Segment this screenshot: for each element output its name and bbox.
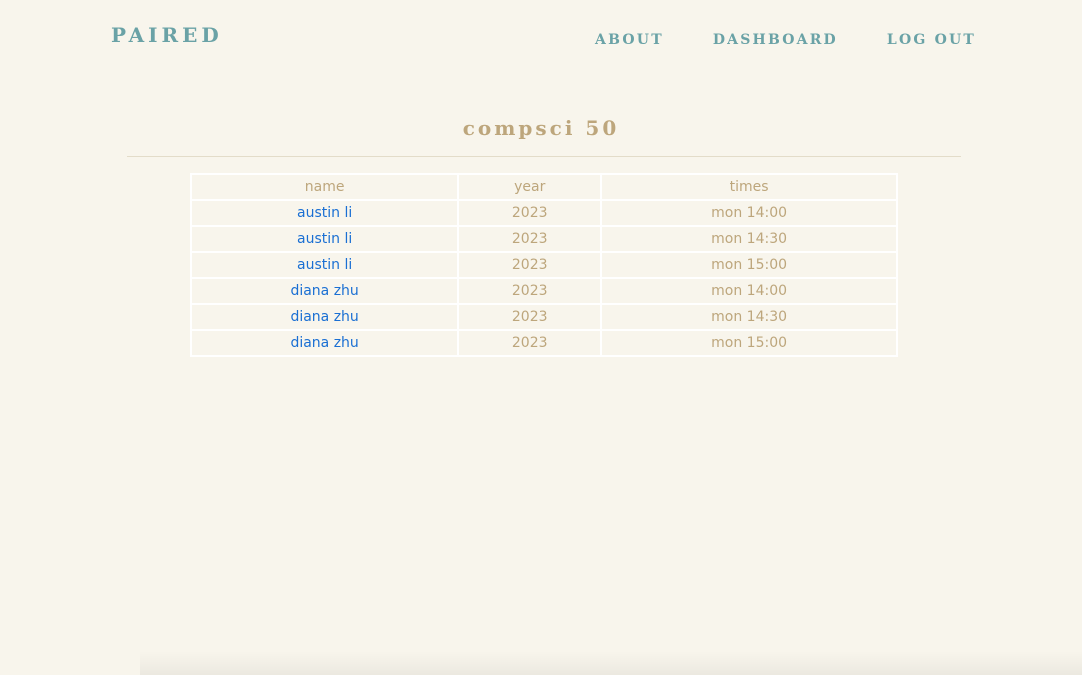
name-cell: diana zhu — [189, 277, 460, 305]
year-cell: 2023 — [457, 329, 603, 357]
table-row: diana zhu 2023 mon 14:00 — [189, 277, 898, 305]
brand-logo-link[interactable]: PAIRED — [111, 22, 223, 48]
table-row: austin li 2023 mon 15:00 — [189, 251, 898, 279]
student-name-link[interactable]: diana zhu — [290, 335, 358, 351]
student-name-link[interactable]: austin li — [297, 205, 352, 221]
time-cell: mon 15:00 — [600, 251, 898, 279]
time-cell: mon 14:00 — [600, 199, 898, 227]
column-header-year: year — [457, 173, 603, 201]
year-cell: 2023 — [457, 225, 603, 253]
bottom-edge-shadow — [140, 651, 1082, 675]
student-name-link[interactable]: diana zhu — [290, 283, 358, 299]
time-cell: mon 14:00 — [600, 277, 898, 305]
table-header-row: name year times — [189, 173, 898, 201]
student-name-link[interactable]: austin li — [297, 231, 352, 247]
table-row: diana zhu 2023 mon 15:00 — [189, 329, 898, 357]
name-cell: austin li — [189, 225, 460, 253]
name-cell: austin li — [189, 251, 460, 279]
student-name-link[interactable]: diana zhu — [290, 309, 358, 325]
name-cell: austin li — [189, 199, 460, 227]
schedule-table: name year times austin li 2023 mon 14:00… — [189, 173, 898, 357]
year-cell: 2023 — [457, 251, 603, 279]
table-row: diana zhu 2023 mon 14:30 — [189, 303, 898, 331]
title-divider — [127, 156, 961, 157]
table-row: austin li 2023 mon 14:00 — [189, 199, 898, 227]
student-name-link[interactable]: austin li — [297, 257, 352, 273]
column-header-times: times — [600, 173, 898, 201]
name-cell: diana zhu — [189, 329, 460, 357]
table-row: austin li 2023 mon 14:30 — [189, 225, 898, 253]
page-title: compsci 50 — [462, 116, 620, 140]
year-cell: 2023 — [457, 199, 603, 227]
name-cell: diana zhu — [189, 303, 460, 331]
time-cell: mon 14:30 — [600, 303, 898, 331]
nav-dashboard-link[interactable]: DASHBOARD — [713, 31, 838, 49]
time-cell: mon 15:00 — [600, 329, 898, 357]
year-cell: 2023 — [457, 303, 603, 331]
main-nav: ABOUT DASHBOARD LOG OUT — [595, 31, 976, 49]
nav-about-link[interactable]: ABOUT — [595, 31, 664, 49]
column-header-name: name — [189, 173, 460, 201]
time-cell: mon 14:30 — [600, 225, 898, 253]
year-cell: 2023 — [457, 277, 603, 305]
nav-logout-link[interactable]: LOG OUT — [887, 31, 976, 49]
